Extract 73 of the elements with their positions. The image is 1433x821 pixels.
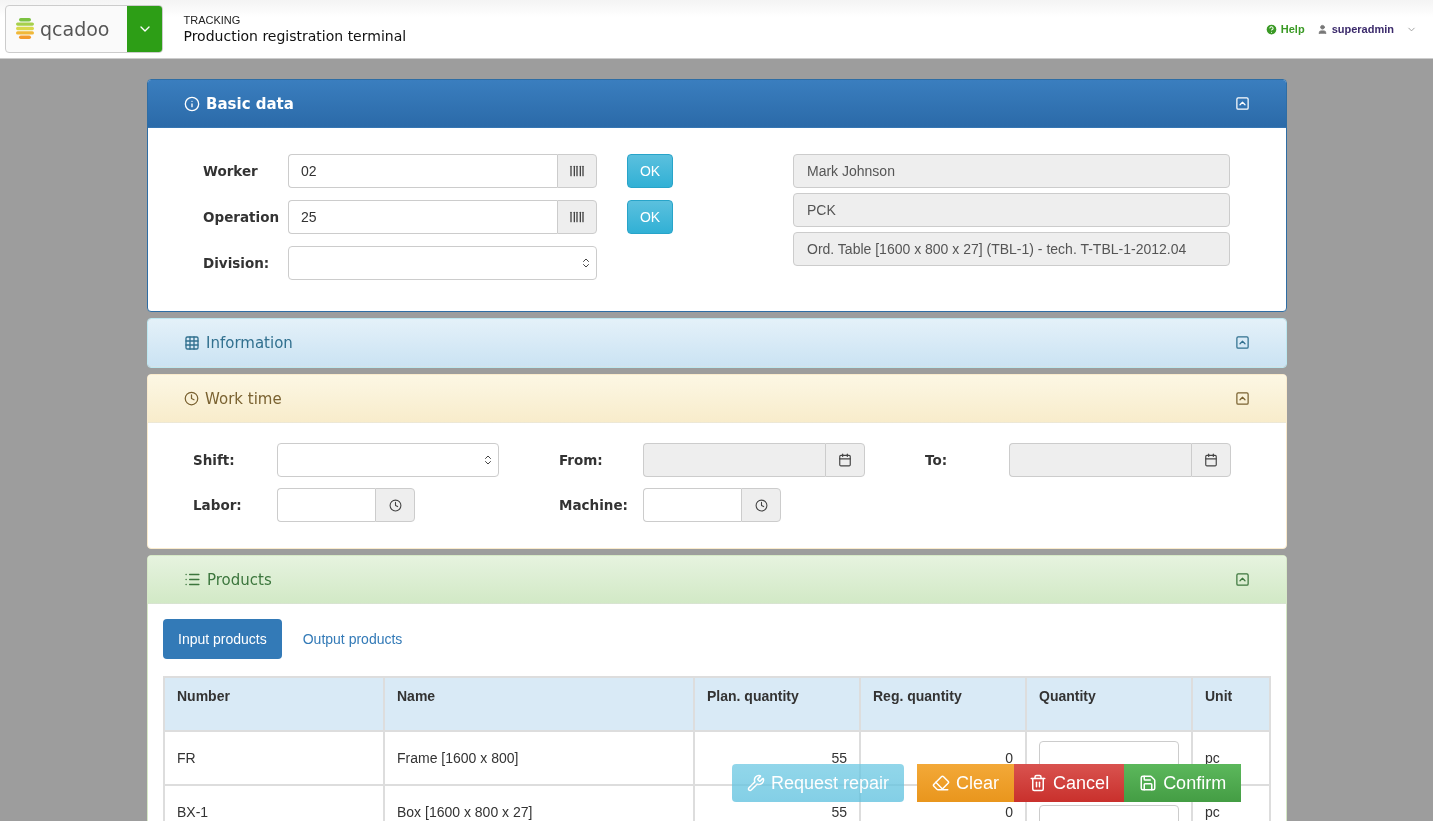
readonly-field: Ord. Table [1600 x 800 x 27] (TBL-1) - tech. T-TBL-1-2012.04 (793, 232, 1230, 266)
barcode-icon (569, 163, 585, 179)
clock-icon (184, 391, 199, 406)
clock-button[interactable] (741, 488, 781, 522)
panel-title: Products (207, 570, 272, 589)
confirm-button[interactable]: Confirm (1124, 764, 1242, 802)
text-field[interactable]: 25 (288, 200, 557, 234)
calendar-icon (838, 453, 852, 467)
help-icon (1264, 22, 1278, 36)
info-icon (184, 95, 200, 112)
panel-header[interactable]: Basic data (148, 80, 1286, 128)
sort-caret-icon (580, 257, 592, 269)
tab[interactable]: Output products (287, 619, 418, 659)
clock-icon (754, 498, 768, 512)
field-label: Machine: (559, 497, 629, 513)
table-cell: FR (164, 731, 384, 785)
eraser-icon (932, 774, 951, 792)
calendar-button[interactable] (1191, 443, 1231, 477)
scan-button[interactable] (557, 200, 597, 234)
quantity-field[interactable] (1039, 741, 1179, 765)
column-header: Number (164, 677, 384, 731)
table-cell: Box [1600 x 800 x 27] (384, 785, 694, 821)
logo-icon (16, 18, 34, 40)
field-label: From: (559, 452, 604, 468)
collapse-icon[interactable] (1235, 391, 1250, 406)
help-link[interactable]: Help (1264, 22, 1305, 36)
column-header: Reg. quantity (860, 677, 1026, 731)
field-label: Division: (203, 255, 271, 271)
section-label: TRACKING (183, 14, 242, 26)
calendar-button[interactable] (825, 443, 865, 477)
column-header: Name (384, 677, 694, 731)
user-icon (1316, 23, 1328, 35)
grid-icon (184, 334, 200, 351)
cancel-button[interactable]: Cancel (1014, 764, 1125, 802)
clock-icon (388, 498, 402, 512)
column-header: Quantity (1026, 677, 1192, 731)
field-label: To: (925, 452, 949, 468)
select-field[interactable] (288, 246, 597, 280)
panel-header[interactable]: Work time (148, 375, 1286, 423)
field-label: Labor: (193, 497, 243, 513)
tab[interactable]: Input products (163, 619, 282, 659)
clock-button[interactable] (375, 488, 415, 522)
panel-title: Information (206, 333, 293, 352)
panel-title: Work time (205, 389, 282, 408)
collapse-icon[interactable] (1235, 335, 1250, 350)
time-field[interactable] (277, 488, 375, 522)
scan-button[interactable] (557, 154, 597, 188)
trash-icon (1029, 774, 1048, 792)
column-header: Unit (1192, 677, 1270, 731)
table-cell: Frame [1600 x 800] (384, 731, 694, 785)
time-field[interactable] (643, 488, 741, 522)
user-menu[interactable]: superadmin (1316, 23, 1394, 35)
field-label: Shift: (193, 452, 236, 468)
text-field[interactable]: 02 (288, 154, 557, 188)
save-icon (1139, 774, 1158, 792)
menu-dropdown-button[interactable] (127, 6, 163, 52)
barcode-icon (569, 209, 585, 225)
column-header: Plan. quantity (694, 677, 860, 731)
field-label: Worker (203, 163, 259, 179)
calendar-icon (1204, 453, 1218, 467)
select-field[interactable] (277, 443, 499, 477)
panel-header[interactable]: Products (148, 556, 1286, 604)
table-cell: BX-1 (164, 785, 384, 821)
wrench-icon (747, 774, 765, 792)
field-label: Operation (203, 209, 281, 225)
page-title: Production registration terminal (183, 28, 407, 44)
collapse-icon[interactable] (1235, 572, 1250, 587)
sort-caret-icon (482, 454, 494, 466)
panel-header[interactable]: Information (148, 319, 1286, 367)
readonly-field: PCK (793, 193, 1230, 227)
panel-title: Basic data (206, 94, 294, 113)
readonly-field: Mark Johnson (793, 154, 1230, 188)
list-icon (184, 571, 201, 588)
